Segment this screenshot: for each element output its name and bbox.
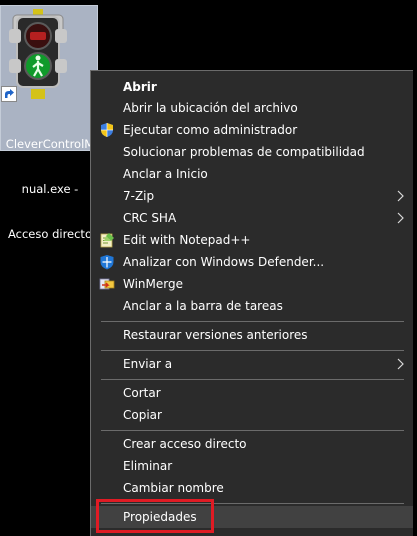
menu-item-abrir[interactable]: Abrir bbox=[91, 76, 413, 98]
windows-defender-icon bbox=[100, 255, 114, 270]
desktop: CleverControlM nual.exe - Acceso directo… bbox=[0, 0, 417, 536]
menu-item-7zip[interactable]: 7-Zip bbox=[91, 185, 413, 207]
menu-item-label: WinMerge bbox=[123, 277, 183, 291]
menu-item-anclar-barra-tareas[interactable]: Anclar a la barra de tareas bbox=[91, 295, 413, 317]
winmerge-icon bbox=[99, 278, 115, 290]
menu-item-label: Enviar a bbox=[123, 357, 173, 371]
menu-item-crc-sha[interactable]: CRC SHA bbox=[91, 207, 413, 229]
menu-item-label: Cambiar nombre bbox=[123, 481, 224, 495]
menu-item-eliminar[interactable]: Eliminar bbox=[91, 455, 413, 477]
shortcut-label-line-3: Acceso directo bbox=[8, 227, 92, 241]
menu-item-windows-defender[interactable]: Analizar con Windows Defender... bbox=[91, 251, 413, 273]
shortcut-arrow-icon bbox=[1, 86, 17, 102]
menu-item-label: CRC SHA bbox=[123, 211, 177, 225]
menu-item-edit-notepadpp[interactable]: Edit with Notepad++ bbox=[91, 229, 413, 251]
chevron-right-icon bbox=[397, 358, 404, 370]
menu-item-solucionar-compatibilidad[interactable]: Solucionar problemas de compatibilidad bbox=[91, 141, 413, 163]
chevron-right-icon bbox=[397, 190, 404, 202]
menu-item-enviar-a[interactable]: Enviar a bbox=[91, 353, 413, 375]
menu-item-winmerge[interactable]: WinMerge bbox=[91, 273, 413, 295]
menu-item-label: Copiar bbox=[123, 408, 162, 422]
menu-item-label: Crear acceso directo bbox=[123, 437, 247, 451]
menu-separator bbox=[101, 430, 404, 431]
menu-item-restaurar-versiones[interactable]: Restaurar versiones anteriores bbox=[91, 324, 413, 346]
menu-separator bbox=[101, 321, 404, 322]
menu-item-ejecutar-admin[interactable]: Ejecutar como administrador bbox=[91, 119, 413, 141]
menu-item-cambiar-nombre[interactable]: Cambiar nombre bbox=[91, 477, 413, 499]
chevron-right-icon bbox=[397, 212, 404, 224]
menu-item-label: Solucionar problemas de compatibilidad bbox=[123, 145, 365, 159]
context-menu: Abrir Abrir la ubicación del archivo Eje… bbox=[90, 70, 413, 536]
menu-item-cortar[interactable]: Cortar bbox=[91, 382, 413, 404]
shortcut-label-line-2: nual.exe - bbox=[21, 182, 79, 196]
menu-item-label: Anclar a Inicio bbox=[123, 167, 208, 181]
uac-shield-icon bbox=[101, 123, 113, 137]
menu-separator bbox=[101, 379, 404, 380]
menu-item-label: Abrir bbox=[123, 80, 157, 94]
menu-item-label: Eliminar bbox=[123, 459, 173, 473]
menu-item-label: Restaurar versiones anteriores bbox=[123, 328, 308, 342]
menu-item-abrir-ubicacion[interactable]: Abrir la ubicación del archivo bbox=[91, 97, 413, 119]
menu-item-label: Anclar a la barra de tareas bbox=[123, 299, 283, 313]
menu-item-copiar[interactable]: Copiar bbox=[91, 404, 413, 426]
menu-item-label: Cortar bbox=[123, 386, 161, 400]
menu-item-label: Abrir la ubicación del archivo bbox=[123, 101, 298, 115]
annotation-highlight-box bbox=[96, 499, 214, 533]
desktop-shortcut-tile[interactable]: CleverControlM nual.exe - Acceso directo bbox=[0, 5, 98, 241]
menu-item-label: Ejecutar como administrador bbox=[123, 123, 298, 137]
menu-separator bbox=[101, 350, 404, 351]
menu-item-label: Edit with Notepad++ bbox=[123, 233, 251, 247]
menu-item-label: 7-Zip bbox=[123, 189, 155, 203]
menu-item-crear-acceso-directo[interactable]: Crear acceso directo bbox=[91, 433, 413, 455]
menu-item-anclar-inicio[interactable]: Anclar a Inicio bbox=[91, 163, 413, 185]
notepadplusplus-icon bbox=[100, 233, 114, 248]
desktop-shortcut-label: CleverControlM nual.exe - Acceso directo bbox=[1, 107, 99, 272]
menu-item-label: Analizar con Windows Defender... bbox=[123, 255, 325, 269]
shortcut-label-line-1: CleverControlM bbox=[5, 137, 95, 151]
